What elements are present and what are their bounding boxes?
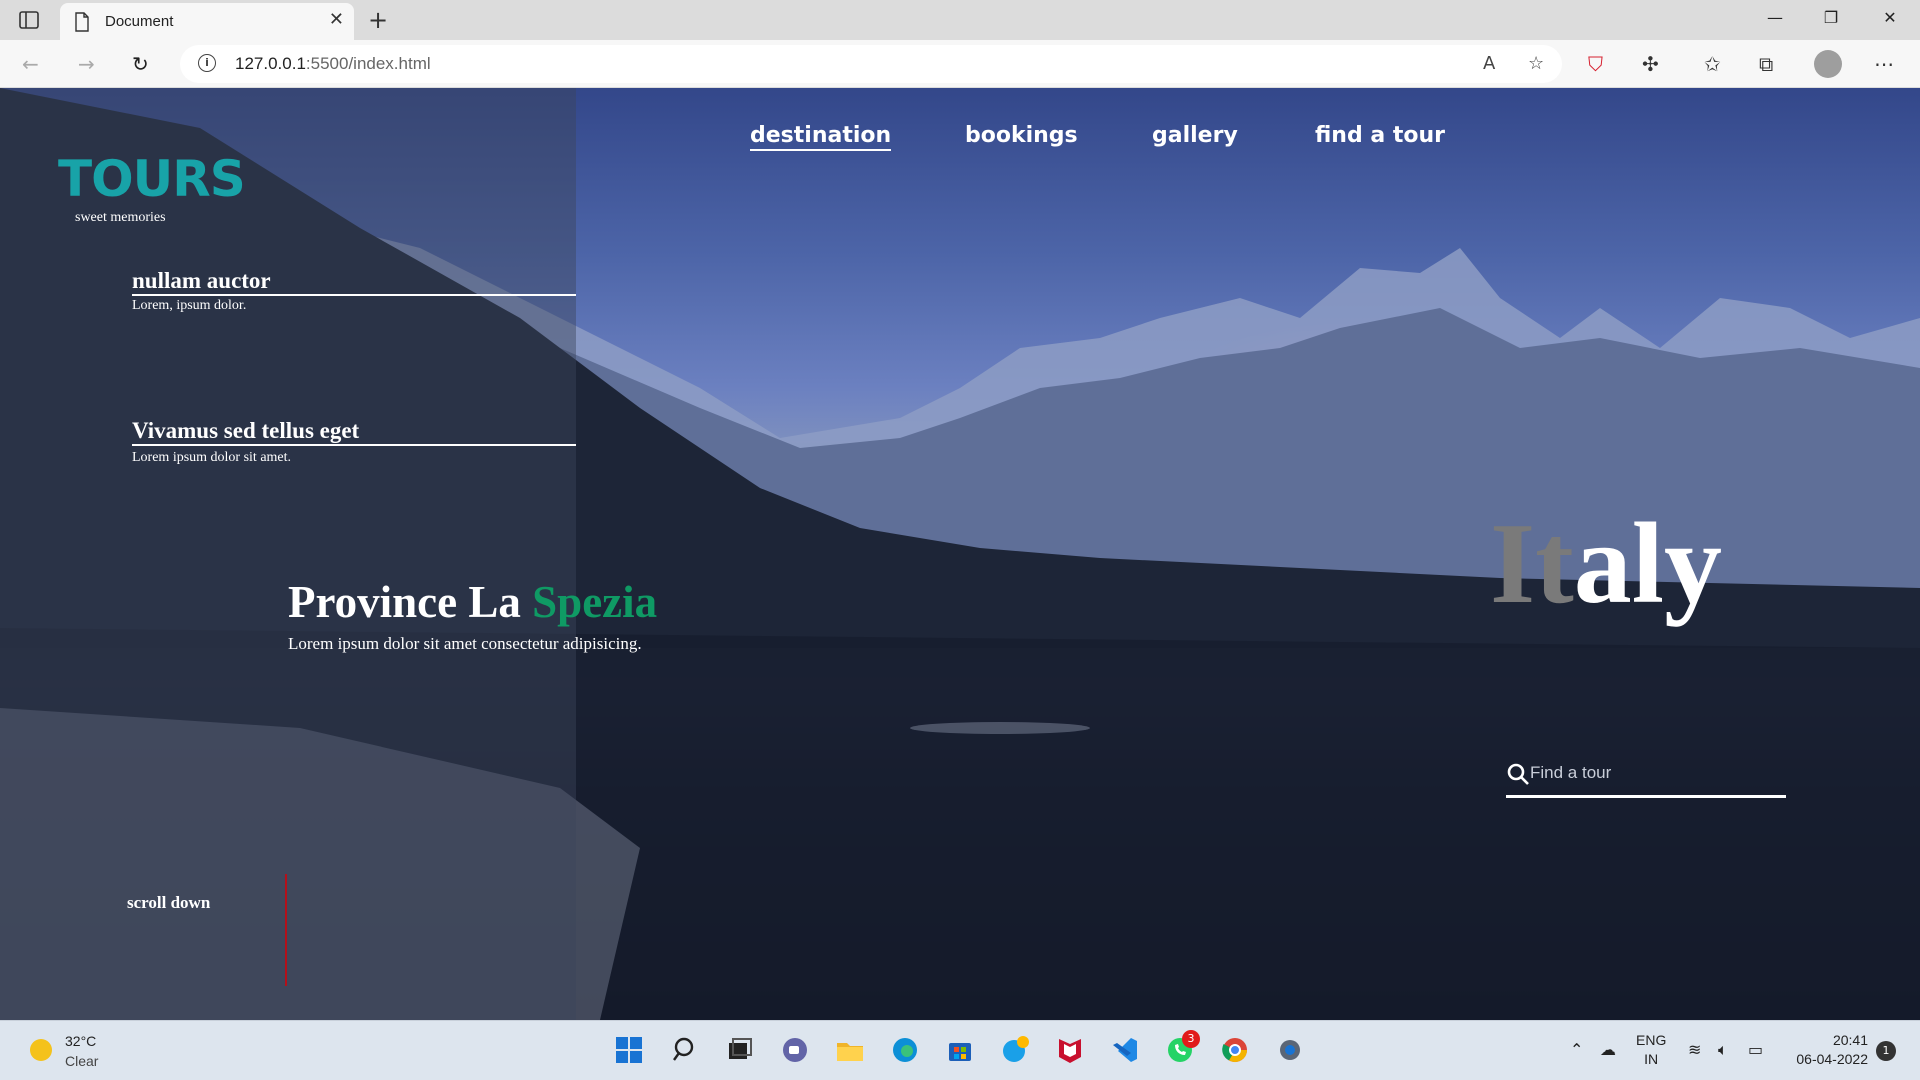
- language-code: ENG: [1636, 1032, 1667, 1048]
- tab-title: Document: [105, 13, 174, 30]
- url-host: 127.0.0.1: [235, 54, 306, 73]
- close-tab-icon[interactable]: ✕: [329, 9, 344, 30]
- volume-icon[interactable]: 🔈︎: [1718, 1040, 1728, 1060]
- mcafee-icon[interactable]: [1055, 1035, 1085, 1065]
- address-bar[interactable]: i 127.0.0.1:5500/index.html A ☆: [180, 45, 1562, 83]
- search-input[interactable]: [1530, 759, 1780, 787]
- side-item-subtitle: Lorem, ipsum dolor.: [132, 298, 247, 313]
- left-panel: [0, 88, 576, 1020]
- collections-icon[interactable]: ⧉: [1759, 52, 1773, 76]
- nav-gallery[interactable]: gallery: [1152, 123, 1238, 148]
- scroll-down-label[interactable]: scroll down: [127, 893, 210, 913]
- hero-title-it: It: [1490, 500, 1574, 628]
- site-info-icon[interactable]: i: [198, 54, 216, 72]
- province-heading: Province La Spezia: [288, 576, 657, 628]
- close-window-icon[interactable]: ✕: [1872, 8, 1908, 32]
- settings-gear-icon[interactable]: [1275, 1035, 1305, 1065]
- file-explorer-icon[interactable]: [835, 1035, 865, 1065]
- windows-start-icon[interactable]: [614, 1035, 644, 1065]
- tab-strip: Document ✕ + — ❐ ✕: [0, 0, 1920, 40]
- province-highlight: Spezia: [532, 577, 658, 627]
- notification-count[interactable]: 1: [1876, 1041, 1896, 1061]
- restore-icon[interactable]: ❐: [1813, 8, 1849, 32]
- tour-search: [1506, 752, 1786, 798]
- side-item-nullam-auctor[interactable]: nullam auctor: [132, 268, 576, 296]
- url-text[interactable]: 127.0.0.1:5500/index.html: [235, 54, 431, 74]
- hero-title-rest: aly: [1573, 500, 1723, 628]
- refresh-icon[interactable]: ↻: [132, 52, 149, 76]
- hero-title: Italy: [1490, 498, 1722, 631]
- side-item-vivamus[interactable]: Vivamus sed tellus eget: [132, 418, 576, 446]
- browser-chrome: Document ✕ + — ❐ ✕ ← → ↻ i 127.0.0.1:550…: [0, 0, 1920, 88]
- new-tab-button[interactable]: +: [368, 6, 388, 34]
- site-tagline: sweet memories: [75, 210, 166, 225]
- forward-icon[interactable]: →: [78, 52, 95, 76]
- nav-bookings[interactable]: bookings: [965, 123, 1078, 148]
- side-item-title: Vivamus sed tellus eget: [132, 418, 360, 443]
- minimize-icon[interactable]: —: [1757, 8, 1793, 32]
- search-icon[interactable]: [1506, 762, 1530, 786]
- wifi-icon[interactable]: ≋: [1688, 1040, 1701, 1059]
- url-path: :5500/index.html: [305, 54, 431, 73]
- scroll-indicator-line: [285, 874, 287, 986]
- region-code: IN: [1644, 1051, 1659, 1067]
- page-viewport: TOURS sweet memories nullam auctor Lorem…: [0, 88, 1920, 1020]
- side-item-subtitle: Lorem ipsum dolor sit amet.: [132, 450, 292, 465]
- language-indicator[interactable]: ENG IN: [1636, 1031, 1666, 1069]
- search-icon[interactable]: [671, 1035, 701, 1065]
- back-icon[interactable]: ←: [22, 52, 39, 76]
- weather-temperature[interactable]: 32°C: [65, 1033, 96, 1049]
- windows-taskbar: 32°C Clear 3 ⌃ ☁ ENG IN ≋ 🔈︎ ▭ 20:41 06-04…: [0, 1020, 1920, 1080]
- weather-moon-icon[interactable]: [30, 1039, 52, 1061]
- chrome-icon[interactable]: [1220, 1035, 1250, 1065]
- clock-time: 20:41: [1832, 1032, 1868, 1048]
- extensions-icon[interactable]: ✣: [1642, 52, 1659, 76]
- vscode-icon[interactable]: [1110, 1035, 1140, 1065]
- favorites-icon[interactable]: ✩: [1704, 52, 1721, 76]
- side-item-title: nullam auctor: [132, 268, 271, 293]
- teams-chat-icon[interactable]: [780, 1035, 810, 1065]
- task-view-icon[interactable]: [725, 1035, 755, 1065]
- tab-actions-icon[interactable]: [18, 9, 40, 31]
- document-icon: [75, 12, 89, 32]
- add-favorite-icon[interactable]: ☆: [1528, 53, 1544, 74]
- show-hidden-icons[interactable]: ⌃: [1570, 1040, 1583, 1059]
- extension-shield-icon[interactable]: ⛉: [1588, 52, 1603, 76]
- site-logo[interactable]: TOURS: [58, 150, 246, 208]
- tips-app-icon[interactable]: [1000, 1035, 1030, 1065]
- edge-browser-icon[interactable]: [890, 1035, 920, 1065]
- more-options-icon[interactable]: ⋯: [1874, 52, 1894, 76]
- read-aloud-icon[interactable]: A: [1483, 53, 1495, 74]
- battery-icon[interactable]: ▭: [1748, 1040, 1763, 1059]
- whatsapp-badge: 3: [1182, 1030, 1200, 1048]
- nav-find-a-tour[interactable]: find a tour: [1315, 123, 1445, 148]
- tab-document[interactable]: Document ✕: [60, 3, 354, 40]
- province-text: Province La: [288, 577, 533, 627]
- profile-avatar[interactable]: [1814, 50, 1842, 78]
- clock-date: 06-04-2022: [1796, 1051, 1868, 1067]
- microsoft-store-icon[interactable]: [945, 1035, 975, 1065]
- clock[interactable]: 20:41 06-04-2022: [1778, 1031, 1868, 1069]
- onedrive-icon[interactable]: ☁: [1600, 1040, 1616, 1059]
- nav-destination[interactable]: destination: [750, 123, 892, 151]
- province-description: Lorem ipsum dolor sit amet consectetur a…: [288, 634, 642, 653]
- weather-condition[interactable]: Clear: [65, 1053, 98, 1069]
